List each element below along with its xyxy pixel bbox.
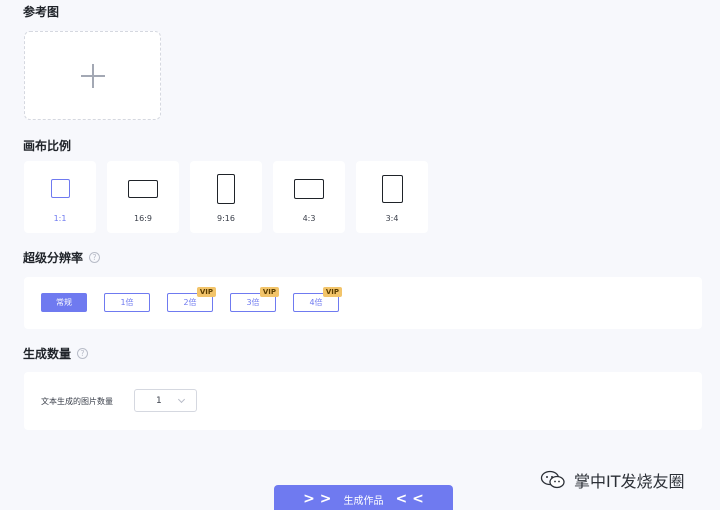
ratio-label: 4:3 <box>302 214 316 223</box>
quantity-select[interactable]: 1 <box>134 389 197 412</box>
vip-badge: VIP <box>322 287 342 297</box>
generate-button[interactable]: > > 生成作品 < < <box>274 485 453 510</box>
vip-badge: VIP <box>259 287 279 297</box>
ratio-option-16-9[interactable]: 16:9 <box>107 161 179 233</box>
upload-reference-image-button[interactable] <box>24 31 161 120</box>
portrait-icon <box>381 174 403 203</box>
quantity-value: 1 <box>156 395 162 406</box>
ratio-option-1-1[interactable]: 1:1 <box>24 161 96 233</box>
quantity-panel: 文本生成的图片数量 1 <box>24 372 702 430</box>
wechat-icon <box>540 470 565 489</box>
watermark-text: 掌中IT发烧友圈 <box>574 472 685 491</box>
resolution-option-1x[interactable]: 1倍 <box>104 293 150 312</box>
ratio-label: 16:9 <box>134 214 152 223</box>
canvas-ratio-title: 画布比例 <box>23 139 72 153</box>
quantity-label: 文本生成的图片数量 <box>41 397 113 406</box>
ratio-option-3-4[interactable]: 3:4 <box>356 161 428 233</box>
ratio-option-4-3[interactable]: 4:3 <box>273 161 345 233</box>
chevron-right-icon: > > <box>303 491 332 507</box>
generate-label: 生成作品 <box>343 495 384 507</box>
help-icon[interactable]: ? <box>77 348 89 359</box>
ratio-label: 3:4 <box>385 214 399 223</box>
resolution-option-normal[interactable]: 常规 <box>41 293 87 312</box>
square-icon <box>50 179 70 198</box>
landscape-icon <box>294 178 324 199</box>
ratio-label: 9:16 <box>217 214 235 223</box>
resolution-option-3x[interactable]: 3倍 VIP <box>230 287 279 312</box>
resolution-title: 超级分辨率 ? <box>23 249 101 266</box>
reference-title: 参考图 <box>23 5 60 19</box>
chevron-left-icon: < < <box>395 491 424 507</box>
help-icon[interactable]: ? <box>89 252 101 263</box>
canvas-ratio-options: 1:1 16:9 9:16 4:3 3:4 <box>24 161 428 233</box>
plus-icon <box>80 63 105 88</box>
resolution-panel: 常规 1倍 2倍 VIP 3倍 VIP 4倍 VIP <box>24 277 702 329</box>
landscape-icon <box>128 179 158 198</box>
ratio-label: 1:1 <box>53 214 67 223</box>
portrait-icon <box>217 173 235 204</box>
resolution-option-2x[interactable]: 2倍 VIP <box>167 287 216 312</box>
resolution-option-4x[interactable]: 4倍 VIP <box>293 287 342 312</box>
watermark: 掌中IT发烧友圈 <box>540 468 685 492</box>
chevron-down-icon <box>177 395 186 404</box>
ratio-option-9-16[interactable]: 9:16 <box>190 161 262 233</box>
quantity-title: 生成数量 ? <box>23 345 89 362</box>
vip-badge: VIP <box>196 287 216 297</box>
